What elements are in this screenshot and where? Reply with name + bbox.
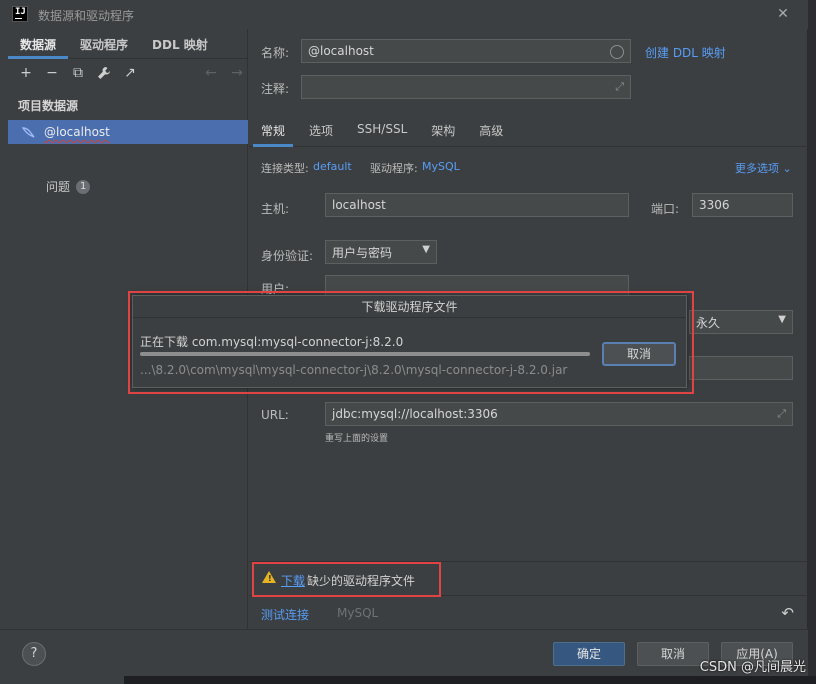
- tab-general[interactable]: 常规: [249, 117, 297, 147]
- highlight-box-download-modal: [128, 291, 694, 394]
- tab-drivers[interactable]: 驱动程序: [68, 29, 140, 58]
- issues-count-badge: 1: [76, 179, 91, 194]
- url-value: jdbc:mysql://localhost:3306: [332, 407, 498, 421]
- driver-label: 驱动程序:: [370, 162, 418, 175]
- back-arrow-icon[interactable]: ←: [201, 63, 221, 83]
- url-hint: 重写上面的设置: [325, 434, 389, 444]
- intellij-logo-icon: IJ: [12, 6, 28, 22]
- left-tabs: 数据源 驱动程序 DDL 映射: [8, 29, 247, 59]
- url-label: URL:: [261, 408, 289, 422]
- background-ide-bottom: [124, 676, 816, 684]
- export-icon[interactable]: ↗: [120, 63, 140, 83]
- wrench-icon[interactable]: [94, 63, 114, 83]
- name-field[interactable]: @localhost: [301, 39, 631, 63]
- remove-icon[interactable]: −: [42, 63, 62, 83]
- comment-field[interactable]: ⤢: [301, 75, 631, 99]
- datasource-label: @localhost: [44, 125, 110, 139]
- tab-ssh-ssl[interactable]: SSH/SSL: [345, 117, 419, 146]
- background-ide-edge: [808, 0, 816, 684]
- test-connection-row: 测试连接 MySQL ↶: [249, 595, 808, 629]
- connection-type-link[interactable]: default: [313, 160, 352, 173]
- database-field[interactable]: [689, 356, 793, 380]
- mysql-dolphin-icon: [22, 127, 35, 138]
- name-value: @localhost: [308, 44, 374, 58]
- cancel-button[interactable]: 取消: [637, 642, 709, 666]
- add-icon[interactable]: +: [16, 63, 36, 83]
- issues-item[interactable]: 问题 1: [46, 178, 91, 195]
- highlight-box-missing-driver: [252, 562, 441, 597]
- auth-value: 用户与密码: [332, 246, 393, 260]
- tab-schemas[interactable]: 架构: [419, 117, 467, 146]
- close-icon[interactable]: ✕: [774, 5, 792, 23]
- test-driver-label: MySQL: [337, 606, 379, 620]
- tab-datasources[interactable]: 数据源: [8, 29, 69, 59]
- csdn-watermark: CSDN @凡间晨光: [699, 660, 806, 675]
- dropdown-arrow-icon: ▼: [778, 314, 786, 325]
- ok-button[interactable]: 确定: [553, 642, 625, 666]
- right-tabs: 常规 选项 SSH/SSL 架构 高级: [249, 117, 808, 147]
- chevron-down-icon: ⌄: [782, 162, 792, 175]
- connection-type-label: 连接类型:: [261, 162, 309, 175]
- port-label: 端口:: [651, 202, 680, 216]
- tab-options[interactable]: 选项: [297, 117, 345, 146]
- left-toolbar: + − ⧉ ↗ ← →: [8, 59, 247, 87]
- create-ddl-mapping-link[interactable]: 创建 DDL 映射: [645, 44, 726, 61]
- expand-icon[interactable]: ⤢: [777, 406, 786, 422]
- expand-icon[interactable]: ⤢: [615, 79, 624, 95]
- title-bar: IJ 数据源和驱动程序 ✕: [0, 0, 808, 29]
- datasource-item-localhost[interactable]: @localhost: [8, 120, 248, 144]
- host-label: 主机:: [261, 202, 290, 216]
- driver-link[interactable]: MySQL: [422, 160, 460, 173]
- forward-arrow-icon[interactable]: →: [227, 63, 247, 83]
- auth-label: 身份验证:: [261, 249, 314, 263]
- copy-icon[interactable]: ⧉: [68, 63, 88, 83]
- undo-icon[interactable]: ↶: [781, 604, 794, 622]
- project-datasources-label: 项目数据源: [18, 99, 79, 113]
- url-field[interactable]: jdbc:mysql://localhost:3306 ⤢: [325, 402, 793, 426]
- save-password-value: 永久: [696, 316, 721, 330]
- comment-label: 注释:: [261, 82, 290, 96]
- auth-select[interactable]: 用户与密码 ▼: [325, 240, 437, 264]
- host-field[interactable]: localhost: [325, 193, 629, 217]
- issues-label: 问题: [46, 180, 71, 194]
- port-field[interactable]: 3306: [692, 193, 793, 217]
- test-connection-link[interactable]: 测试连接: [261, 606, 309, 623]
- tab-ddl-mappings[interactable]: DDL 映射: [140, 29, 220, 58]
- window-title: 数据源和驱动程序: [38, 9, 135, 23]
- more-options-label: 更多选项: [735, 162, 779, 175]
- dropdown-arrow-icon: ▼: [422, 244, 430, 255]
- help-button[interactable]: ?: [22, 642, 46, 666]
- tab-advanced[interactable]: 高级: [467, 117, 515, 146]
- more-options-link[interactable]: 更多选项 ⌄: [735, 160, 792, 176]
- save-password-select[interactable]: 永久 ▼: [689, 310, 793, 334]
- name-label: 名称:: [261, 46, 290, 60]
- color-circle-icon[interactable]: [610, 45, 624, 59]
